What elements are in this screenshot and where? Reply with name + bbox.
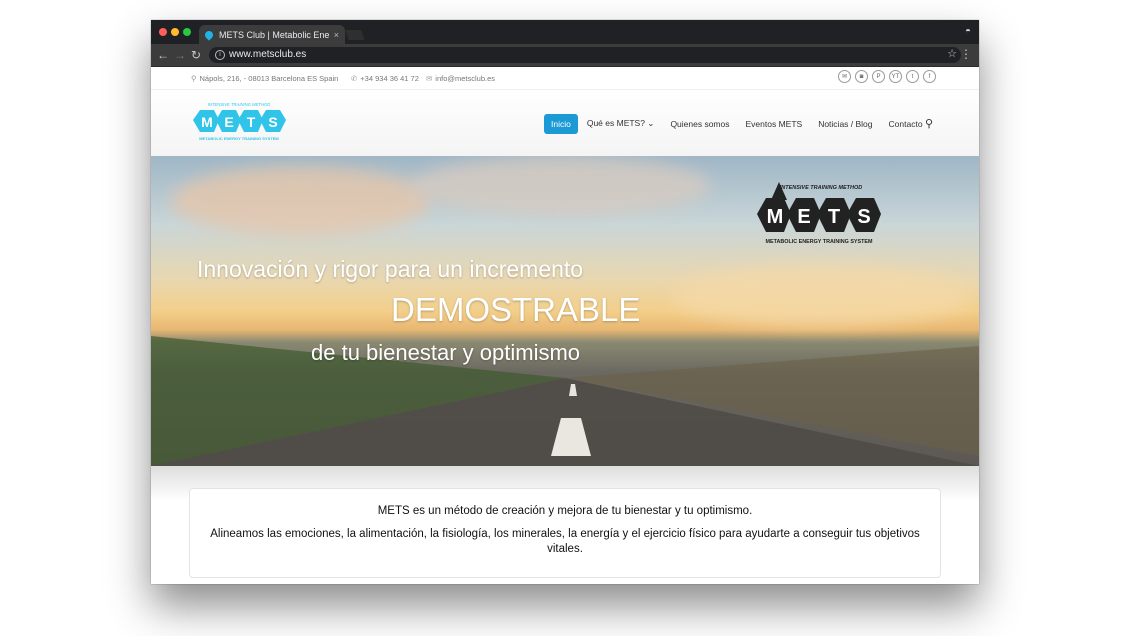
bookmark-star-icon[interactable]: ☆ [947, 47, 957, 60]
back-icon[interactable]: ← [157, 48, 169, 62]
pinterest-icon[interactable]: P [872, 70, 885, 83]
location-pin-icon: ⚲ [191, 74, 197, 83]
browser-window: METS Club | Metabolic Energy × ◓ ← → ↻ i… [151, 20, 979, 584]
site-info-icon[interactable]: i [215, 50, 225, 60]
facebook-icon[interactable]: f [923, 70, 936, 83]
intro-paragraph-2: Alineamos las emociones, la alimentación… [210, 528, 920, 555]
nav-item-contacto[interactable]: Contacto [882, 114, 930, 134]
intro-section: METS es un método de creación y mejora d… [151, 466, 979, 584]
logo-letter-e: E [224, 114, 233, 130]
url-text[interactable]: www.metsclub.es [229, 49, 306, 60]
site-header: INTENSIVE TRAINING METHOD M E T S METABO… [151, 90, 979, 156]
logo-top-text: INTENSIVE TRAINING METHOD [208, 102, 271, 107]
address-item: ⚲ Nápols, 216, - 08013 Barcelona ES Spain [191, 74, 338, 83]
email-icon[interactable]: ✉ [838, 70, 851, 83]
minimize-window-button[interactable] [171, 28, 179, 36]
maximize-window-button[interactable] [183, 28, 191, 36]
hero-logo-letter-e: E [797, 206, 810, 228]
tab-close-icon[interactable]: × [334, 30, 339, 40]
logo-letter-m: M [201, 114, 213, 130]
logo-letter-t: T [247, 114, 256, 130]
nav-item-eventos-mets[interactable]: Eventos METS [739, 114, 810, 134]
reload-icon[interactable]: ↻ [191, 48, 201, 62]
instagram-icon[interactable]: ◙ [855, 70, 868, 83]
hero-headline-line3: de tu bienestar y optimismo [311, 340, 581, 365]
hero-logo-top-text: INTENSIVE TRAINING METHOD [780, 185, 863, 191]
incognito-icon[interactable]: ◓ [965, 26, 971, 37]
phone-text[interactable]: +34 934 36 41 72 [360, 74, 419, 83]
website: ⚲ Nápols, 216, - 08013 Barcelona ES Spain… [151, 67, 979, 584]
close-window-button[interactable] [159, 28, 167, 36]
browser-tab[interactable]: METS Club | Metabolic Energy × [199, 25, 345, 44]
hero-logo-letter-t: T [828, 206, 840, 228]
favicon-icon [203, 28, 215, 41]
tab-strip: METS Club | Metabolic Energy × ◓ [151, 20, 979, 44]
hero-logo-letter-s: S [857, 206, 870, 228]
logo-letter-s: S [268, 114, 277, 130]
hero-logo-letter-m: M [767, 206, 784, 228]
nav-item-que-es-mets[interactable]: Qué es METS? ⌄ [580, 113, 662, 134]
top-info-bar: ⚲ Nápols, 216, - 08013 Barcelona ES Spain… [151, 67, 979, 90]
phone-item[interactable]: ✆ +34 934 36 41 72 [351, 74, 419, 83]
new-tab-button[interactable] [345, 30, 365, 40]
email-text[interactable]: info@metsclub.es [435, 74, 495, 83]
envelope-icon: ✉ [426, 74, 433, 83]
twitter-icon[interactable]: t [906, 70, 919, 83]
nav-item-inicio[interactable]: Inicio [544, 113, 578, 134]
mets-logo[interactable]: INTENSIVE TRAINING METHOD M E T S METABO… [189, 98, 289, 150]
intro-paragraph-1: METS es un método de creación y mejora d… [377, 505, 753, 517]
social-links: ✉ ◙ P YT t f [838, 70, 936, 83]
hero-banner: Innovación y rigor para un incremento DE… [151, 156, 979, 466]
hero-headline-line1: Innovación y rigor para un incremento [197, 256, 584, 282]
forward-icon[interactable]: → [174, 48, 186, 62]
logo-bottom-text: METABOLIC ENERGY TRAINING SYSTEM [199, 136, 279, 141]
main-nav: Inicio Qué es METS? ⌄ Quienes somos Even… [544, 113, 932, 134]
address-bar[interactable]: i www.metsclub.es ☆ [209, 47, 961, 63]
browser-toolbar: ← → ↻ i www.metsclub.es ☆ ⋮ [151, 44, 979, 67]
browser-menu-icon[interactable]: ⋮ [960, 47, 972, 61]
tab-title: METS Club | Metabolic Energy [219, 29, 330, 40]
search-icon[interactable]: ⚲ [925, 117, 933, 130]
hero-mets-logo: INTENSIVE TRAINING METHOD M E T S METABO… [757, 182, 881, 245]
youtube-icon[interactable]: YT [889, 70, 902, 83]
phone-icon: ✆ [351, 74, 358, 83]
nav-item-noticias-blog[interactable]: Noticias / Blog [811, 114, 879, 134]
hero-headline-line2: DEMOSTRABLE [391, 291, 641, 328]
email-item[interactable]: ✉ info@metsclub.es [426, 74, 495, 83]
address-text: Nápols, 216, - 08013 Barcelona ES Spain [199, 74, 339, 83]
hero-logo-bottom-text: METABOLIC ENERGY TRAINING SYSTEM [765, 239, 873, 245]
nav-item-quienes-somos[interactable]: Quienes somos [663, 114, 736, 134]
intro-box: METS es un método de creación y mejora d… [189, 488, 941, 578]
